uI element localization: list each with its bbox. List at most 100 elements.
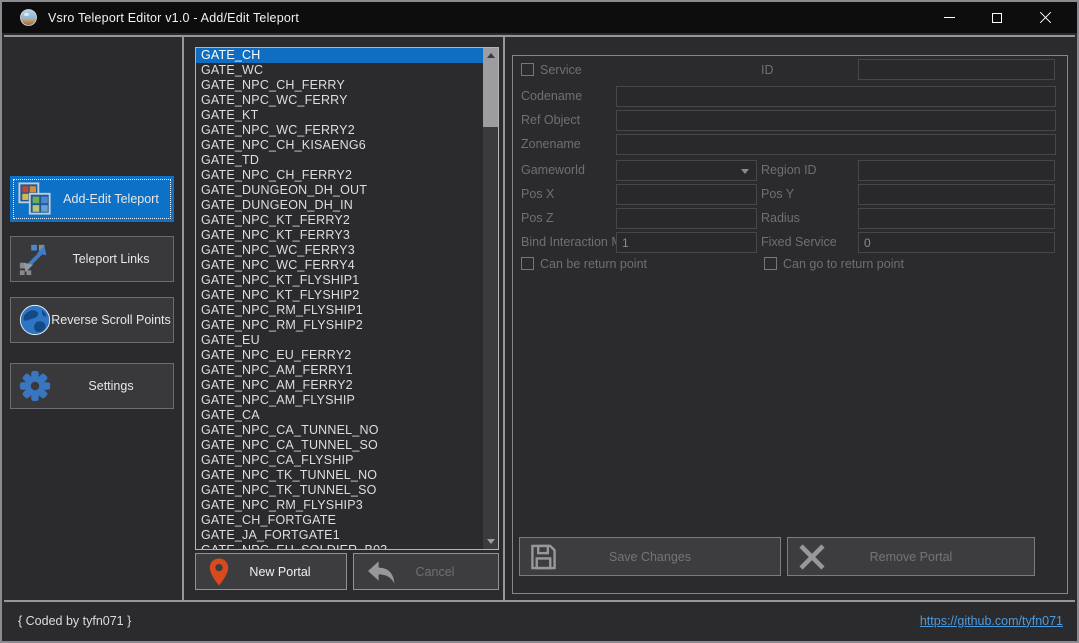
chevron-down-icon — [741, 169, 749, 174]
maximize-icon — [992, 13, 1002, 23]
pos-z-label: Pos Z — [521, 208, 554, 228]
list-item[interactable]: GATE_DUNGEON_DH_OUT — [196, 183, 483, 198]
gear-icon — [18, 369, 52, 403]
can-be-return-point-label: Can be return point — [540, 254, 647, 274]
can-go-to-return-point-checkbox[interactable] — [764, 257, 777, 270]
gameworld-dropdown[interactable] — [616, 160, 757, 181]
save-changes-button[interactable]: Save Changes — [519, 537, 781, 576]
list-item[interactable]: GATE_NPC_KT_FLYSHIP1 — [196, 273, 483, 288]
sidebar-item-add-edit-teleport[interactable]: Add-Edit Teleport — [10, 176, 174, 222]
list-scrollbar[interactable] — [483, 48, 498, 549]
sidebar: Add-Edit Teleport Teleport Links — [4, 37, 184, 600]
close-button[interactable] — [1021, 2, 1069, 33]
pos-x-label: Pos X — [521, 184, 554, 204]
scrollbar-arrow-up-icon[interactable] — [483, 48, 498, 63]
sidebar-item-teleport-links[interactable]: Teleport Links — [10, 236, 174, 282]
list-item[interactable]: GATE_NPC_KT_FLYSHIP2 — [196, 288, 483, 303]
close-icon — [1039, 11, 1052, 24]
title-bar: Vsro Teleport Editor v1.0 - Add/Edit Tel… — [2, 2, 1077, 33]
pos-x-field[interactable] — [616, 184, 757, 205]
scrollbar-thumb[interactable] — [483, 63, 498, 127]
github-link[interactable]: https://github.com/tyfn071 — [920, 614, 1063, 628]
window-title: Vsro Teleport Editor v1.0 - Add/Edit Tel… — [48, 11, 299, 25]
list-item[interactable]: GATE_NPC_WC_FERRY3 — [196, 243, 483, 258]
list-item[interactable]: GATE_JA_FORTGATE1 — [196, 528, 483, 543]
codename-label: Codename — [521, 86, 582, 106]
status-bar: { Coded by tyfn071 } https://github.com/… — [4, 600, 1075, 639]
fixed-service-field[interactable] — [858, 232, 1055, 253]
portal-listbox: GATE_CHGATE_WCGATE_NPC_CH_FERRYGATE_NPC_… — [195, 47, 499, 550]
pos-y-label: Pos Y — [761, 184, 794, 204]
teleport-form-groupbox: Service ID Codename Ref Object Zonename … — [512, 55, 1068, 594]
service-checkbox[interactable] — [521, 63, 534, 76]
sidebar-item-settings[interactable]: Settings — [10, 363, 174, 409]
window-tiles-icon — [18, 182, 52, 216]
list-item[interactable]: GATE_NPC_CA_TUNNEL_NO — [196, 423, 483, 438]
pos-z-field[interactable] — [616, 208, 757, 229]
list-item[interactable]: GATE_NPC_TK_TUNNEL_NO — [196, 468, 483, 483]
list-item[interactable]: GATE_NPC_CA_FLYSHIP — [196, 453, 483, 468]
list-item[interactable]: GATE_NPC_WC_FERRY4 — [196, 258, 483, 273]
fixed-service-label: Fixed Service — [761, 232, 837, 252]
ref-object-field[interactable] — [616, 110, 1056, 131]
gameworld-label: Gameworld — [521, 160, 585, 180]
list-item[interactable]: GATE_NPC_EU_SOLDIER_B03 — [196, 543, 483, 549]
service-label: Service — [540, 60, 582, 80]
region-id-label: Region ID — [761, 160, 817, 180]
list-item[interactable]: GATE_KT — [196, 108, 483, 123]
globe-icon — [18, 303, 52, 337]
pos-y-field[interactable] — [858, 184, 1055, 205]
minimize-button[interactable] — [925, 2, 973, 33]
list-item[interactable]: GATE_NPC_CH_FERRY2 — [196, 168, 483, 183]
list-item[interactable]: GATE_NPC_WC_FERRY — [196, 93, 483, 108]
portal-list-panel: GATE_CHGATE_WCGATE_NPC_CH_FERRYGATE_NPC_… — [184, 37, 505, 600]
teleport-form-panel: Service ID Codename Ref Object Zonename … — [505, 37, 1075, 600]
sidebar-item-reverse-scroll-points[interactable]: Reverse Scroll Points — [10, 297, 174, 343]
bind-interaction-mask-field[interactable] — [616, 232, 757, 253]
radius-field[interactable] — [858, 208, 1055, 229]
list-item[interactable]: GATE_NPC_RM_FLYSHIP1 — [196, 303, 483, 318]
remove-portal-button[interactable]: Remove Portal — [787, 537, 1035, 576]
cancel-label: Cancel — [398, 565, 455, 579]
list-item[interactable]: GATE_TD — [196, 153, 483, 168]
credit-text: { Coded by tyfn071 } — [18, 614, 131, 628]
list-item[interactable]: GATE_NPC_RM_FLYSHIP3 — [196, 498, 483, 513]
x-icon — [798, 543, 826, 571]
ref-object-label: Ref Object — [521, 110, 580, 130]
list-item[interactable]: GATE_CA — [196, 408, 483, 423]
list-item[interactable]: GATE_NPC_AM_FERRY2 — [196, 378, 483, 393]
list-item[interactable]: GATE_NPC_RM_FLYSHIP2 — [196, 318, 483, 333]
list-item[interactable]: GATE_NPC_AM_FLYSHIP — [196, 393, 483, 408]
undo-arrow-icon — [366, 559, 396, 584]
app-window: Vsro Teleport Editor v1.0 - Add/Edit Tel… — [0, 0, 1079, 643]
list-item[interactable]: GATE_WC — [196, 63, 483, 78]
new-portal-label: New Portal — [231, 565, 310, 579]
radius-label: Radius — [761, 208, 800, 228]
codename-field[interactable] — [616, 86, 1056, 107]
remove-portal-label: Remove Portal — [870, 550, 953, 564]
list-item[interactable]: GATE_CH_FORTGATE — [196, 513, 483, 528]
id-field[interactable] — [858, 59, 1055, 80]
new-portal-button[interactable]: New Portal — [195, 553, 347, 590]
cancel-button[interactable]: Cancel — [353, 553, 499, 590]
list-item[interactable]: GATE_NPC_WC_FERRY2 — [196, 123, 483, 138]
maximize-button[interactable] — [973, 2, 1021, 33]
id-label: ID — [761, 60, 774, 80]
region-id-field[interactable] — [858, 160, 1055, 181]
scrollbar-arrow-down-icon[interactable] — [483, 534, 498, 549]
list-item[interactable]: GATE_NPC_TK_TUNNEL_SO — [196, 483, 483, 498]
list-item[interactable]: GATE_CH — [196, 48, 483, 63]
zonename-field[interactable] — [616, 134, 1056, 155]
list-item[interactable]: GATE_EU — [196, 333, 483, 348]
list-item[interactable]: GATE_NPC_CH_FERRY — [196, 78, 483, 93]
floppy-disk-icon — [530, 543, 557, 570]
minimize-icon — [944, 17, 955, 18]
list-item[interactable]: GATE_NPC_CA_TUNNEL_SO — [196, 438, 483, 453]
list-item[interactable]: GATE_NPC_CH_KISAENG6 — [196, 138, 483, 153]
list-item[interactable]: GATE_NPC_KT_FERRY2 — [196, 213, 483, 228]
list-item[interactable]: GATE_DUNGEON_DH_IN — [196, 198, 483, 213]
list-item[interactable]: GATE_NPC_KT_FERRY3 — [196, 228, 483, 243]
list-item[interactable]: GATE_NPC_EU_FERRY2 — [196, 348, 483, 363]
can-be-return-point-checkbox[interactable] — [521, 257, 534, 270]
list-item[interactable]: GATE_NPC_AM_FERRY1 — [196, 363, 483, 378]
